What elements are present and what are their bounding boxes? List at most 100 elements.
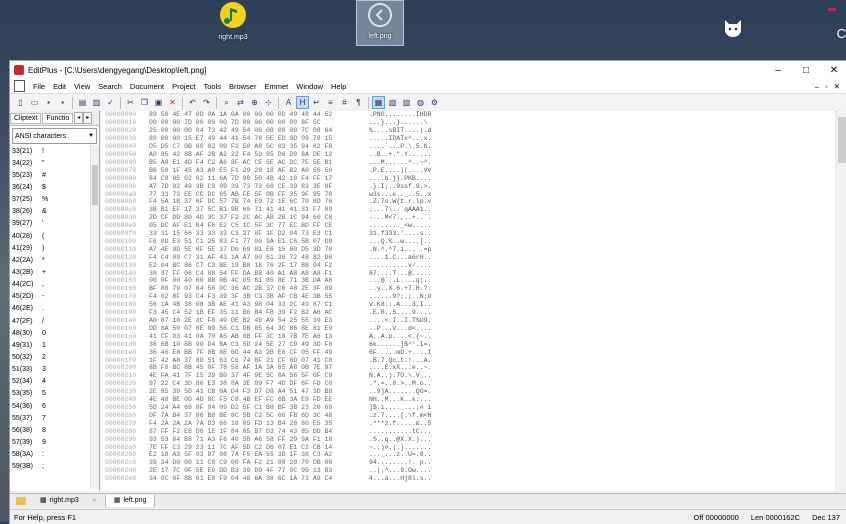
cliptext-window-icon[interactable]: ▧ <box>386 96 399 109</box>
hex-ascii[interactable]: ~..)#.|.]....... <box>369 444 441 451</box>
hex-ascii[interactable]: ;...7\..`qAAA1.. <box>369 206 441 213</box>
hex-row[interactable]: 00000120 F4 C4 09 C7 31 AF 43 1A A7 00 61… <box>101 253 835 261</box>
hex-row[interactable]: 000002d0 2E 17 7C 0F 5E E9 DD B3 39 D9 4F… <box>101 467 835 475</box>
hex-bytes[interactable]: B5 A8 E1 4D F4 C2 A6 8F AC CE 5E AC DC 7… <box>149 159 369 166</box>
copy-icon[interactable]: ❐ <box>138 96 151 109</box>
delete-icon[interactable]: ✕ <box>166 96 179 109</box>
hex-bytes[interactable]: 38 37 FF 06 C4 88 54 FF DA B8 40 A1 A8 A… <box>149 270 369 277</box>
char-list-item[interactable]: 40(28) ( <box>10 230 90 242</box>
hex-bytes[interactable]: 39 34 D0 00 11 C8 C9 00 FA F2 21 88 20 7… <box>149 459 369 466</box>
hex-ascii[interactable]: .".=..8.>..M.o.. <box>369 380 441 387</box>
new-file-icon[interactable]: ▯ <box>14 96 27 109</box>
hex-bytes[interactable]: 77 33 73 EE CC DC 65 AB FE 5F 0B FF 35 9… <box>149 191 369 198</box>
hex-ascii[interactable]: .z.7....[.\f.m<H <box>369 412 441 419</box>
menu-search[interactable]: Search <box>94 82 126 91</box>
hex-ascii[interactable]: ...}...}......\ <box>369 119 441 126</box>
hex-row[interactable]: 00000210 4E FA 41 7F 15 29 B0 37 4F 9E 5C… <box>101 372 835 380</box>
hex-ascii[interactable]: ....`...P.\.5.b. <box>369 143 441 150</box>
cat-app-icon[interactable] <box>720 16 746 40</box>
char-list-item[interactable]: 45(2D) - <box>10 291 90 303</box>
hex-row[interactable]: 00000250 5D 24 A4 69 8F 94 09 D2 5F C1 B8… <box>101 404 835 412</box>
hex-bytes[interactable]: 88 00 00 15 E7 49 44 41 54 78 5E ED 9D 0… <box>149 135 369 142</box>
hex-row[interactable]: 00000050 A0 85 42 8B AF 2B A2 22 F4 59 85… <box>101 151 835 159</box>
hex-ascii[interactable]: w3s...e.._..5..x <box>369 191 441 198</box>
hex-bytes[interactable]: 2E 85 39 5D 41 CB 0A D4 F3 D7 D8 A4 51 4… <box>149 388 369 395</box>
menu-view[interactable]: View <box>70 82 94 91</box>
hex-bytes[interactable]: 87 FF F2 E8 D6 1E 1F 84 05 B7 D3 74 43 8… <box>149 428 369 435</box>
hex-row[interactable]: 000002c0 39 34 D0 00 11 C8 C9 00 FA F2 21… <box>101 459 835 467</box>
hex-ascii[interactable]: ....<.I..I.T%U9. <box>369 317 441 324</box>
hex-bytes[interactable]: 2E 17 7C 0F 5E E9 DD B3 39 D9 4F 77 0C 9… <box>149 467 369 474</box>
hex-row[interactable]: 000001d0 36 6B 10 8B 90 D4 BA C3 5D 24 5E… <box>101 340 835 348</box>
scrollbar-thumb[interactable] <box>92 165 98 205</box>
hex-row[interactable]: 00000230 2E 85 39 5D 41 CB 0A D4 F3 D7 D8… <box>101 388 835 396</box>
editor-scrollbar[interactable] <box>837 111 846 491</box>
tab-left-png[interactable]: ▦ left.png <box>105 495 156 507</box>
char-list-item[interactable]: 54(36) 6 <box>10 400 90 412</box>
redo-icon[interactable]: ↷ <box>200 96 213 109</box>
char-list-item[interactable]: 47(2F) / <box>10 315 90 327</box>
mdi-restore-icon[interactable]: ▫ <box>825 82 828 91</box>
hex-row[interactable]: 00000030 88 00 00 15 E7 49 44 41 54 78 5E… <box>101 135 835 143</box>
hex-ascii[interactable]: .E.R..5....9.... <box>369 309 441 316</box>
hex-bytes[interactable]: D5 D5 C7 0B 60 02 09 F2 50 A8 5C 02 35 9… <box>149 143 369 150</box>
word-wrap-icon[interactable]: ↵ <box>310 96 323 109</box>
hex-editor[interactable]: 00000000 89 50 4E 47 0D 0A 1A 0A 00 00 00… <box>101 111 846 491</box>
line-number-icon[interactable]: # <box>338 96 351 109</box>
hex-bytes[interactable]: 36 46 E8 BB 7F 8B 8E 6D 44 A3 2B E6 CF 0… <box>149 349 369 356</box>
char-list-item[interactable]: 35(23) # <box>10 169 90 181</box>
hex-ascii[interactable]: ..9]A.......QG=. <box>369 388 441 395</box>
charset-select[interactable]: ANSI characters ▼ <box>12 128 97 144</box>
hex-ascii[interactable]: 31.f333.'....s.. <box>369 230 441 237</box>
hex-bytes[interactable]: 00 0F 00 40 60 8B 0B 4C 05 81 85 8E 71 3… <box>149 277 369 284</box>
browser-icon[interactable]: ◍ <box>414 96 427 109</box>
hex-ascii[interactable]: .}.I;..9ssf.9.>. <box>369 183 441 190</box>
char-list-item[interactable]: 57(39) 9 <box>10 436 90 448</box>
hex-ascii[interactable]: ...M......^..~^. <box>369 159 441 166</box>
hex-ascii[interactable]: A..A.p....<.{~.. <box>369 333 441 340</box>
char-list-item[interactable]: 56(38) 8 <box>10 424 90 436</box>
open-file-icon[interactable]: ▭ <box>28 96 41 109</box>
hex-row[interactable]: 00000160 BF 88 79 07 84 58 0C 36 AC 2B 37… <box>101 285 835 293</box>
hex-bytes[interactable]: F4 5A 1B 37 6F DC 57 7B 74 E9 72 1E 6C 7… <box>149 198 369 205</box>
char-list-item[interactable]: 38(26) & <box>10 206 90 218</box>
hex-row[interactable]: 00000280 87 FF F2 E8 D6 1E 1F 84 05 B7 D3… <box>101 427 835 435</box>
hex-row[interactable]: 00000090 A7 7D 02 49 3B C9 99 39 73 73 66… <box>101 182 835 190</box>
document-icon[interactable] <box>14 80 25 92</box>
char-list-item[interactable]: 49(31) 1 <box>10 339 90 351</box>
hex-bytes[interactable]: 7E FF C3 29 23 11 7C AF 5D C2 D6 07 E1 C… <box>149 444 369 451</box>
hex-ascii[interactable]: .B.7.Qc.t.!...A. <box>369 357 441 364</box>
hex-row[interactable]: 000001e0 36 46 E8 BB 7F 8B 8E 6D 44 A3 2B… <box>101 348 835 356</box>
hex-bytes[interactable]: 93 53 84 B8 71 A3 F6 40 58 A6 58 FF 29 9… <box>149 436 369 443</box>
minimize-button[interactable]: – <box>764 65 792 76</box>
menu-browser[interactable]: Browser <box>225 82 261 91</box>
hex-row[interactable]: 00000260 DF 7A B4 37 86 B8 BE 8C 5B C2 5C… <box>101 411 835 419</box>
replace-icon[interactable]: ⇄ <box>234 96 247 109</box>
hex-row[interactable]: 00000020 25 00 00 00 04 73 42 49 54 08 08… <box>101 127 835 135</box>
hex-row[interactable]: 00000060 B5 A8 E1 4D F4 C2 A6 8F AC CE 5E… <box>101 158 835 166</box>
hex-bytes[interactable]: 3B B1 EF 17 37 5C B1 9B 60 71 41 41 41 3… <box>149 206 369 213</box>
char-list-item[interactable]: 46(2E). <box>10 303 90 315</box>
hex-ascii[interactable]: 6F.....mD.+....I <box>369 349 441 356</box>
spellcheck-icon[interactable]: ✓ <box>104 96 117 109</box>
char-list-item[interactable]: 42(2A) * <box>10 254 90 266</box>
hex-bytes[interactable]: E2 04 BC 86 C7 C3 BE 19 B8 18 76 2F 17 B… <box>149 262 369 269</box>
hex-ascii[interactable]: 4...a...Hj8l.s.. <box>369 475 441 482</box>
hex-bytes[interactable]: A0 87 10 2E 3C F8 49 DE B2 49 A9 54 25 5… <box>149 317 369 324</box>
close-button[interactable]: ✕ <box>820 65 846 76</box>
hex-row[interactable]: 000001c0 41 CF 03 41 0A 70 A5 AB 8B FF 3C… <box>101 332 835 340</box>
tab-cliptext[interactable]: Cliptext <box>10 112 42 124</box>
hex-row[interactable]: 000000c0 3B B1 EF 17 37 5C B1 9B 60 71 41… <box>101 206 835 214</box>
hex-bytes[interactable]: F4 2A 2A 2A 7A D3 66 18 05 FD 13 B4 26 8… <box>149 420 369 427</box>
hex-ascii[interactable]: %....sBIT....|.d <box>369 127 441 134</box>
hex-row[interactable]: 000001b0 DD 8A 50 07 8E 09 56 C1 DB 85 64… <box>101 324 835 332</box>
hex-row[interactable]: 00000040 D5 D5 C7 0B 60 02 09 F2 50 A8 5C… <box>101 143 835 151</box>
hex-bytes[interactable]: 33 31 15 66 33 33 33 C3 27 8F 1F D2 04 7… <box>149 230 369 237</box>
char-list-item[interactable]: 37(25)% <box>10 194 90 206</box>
mdi-close-icon[interactable]: ✕ <box>834 82 840 91</box>
hex-view-icon[interactable]: H <box>296 96 309 109</box>
hex-bytes[interactable]: 2D CF DD 80 4D 3C 37 F2 2C AC AB 2B 1C 9… <box>149 214 369 221</box>
cut-icon[interactable]: ✂ <box>124 96 137 109</box>
char-list-item[interactable]: 44(2C), <box>10 279 90 291</box>
char-list-item[interactable]: 33(21)! <box>10 145 90 157</box>
